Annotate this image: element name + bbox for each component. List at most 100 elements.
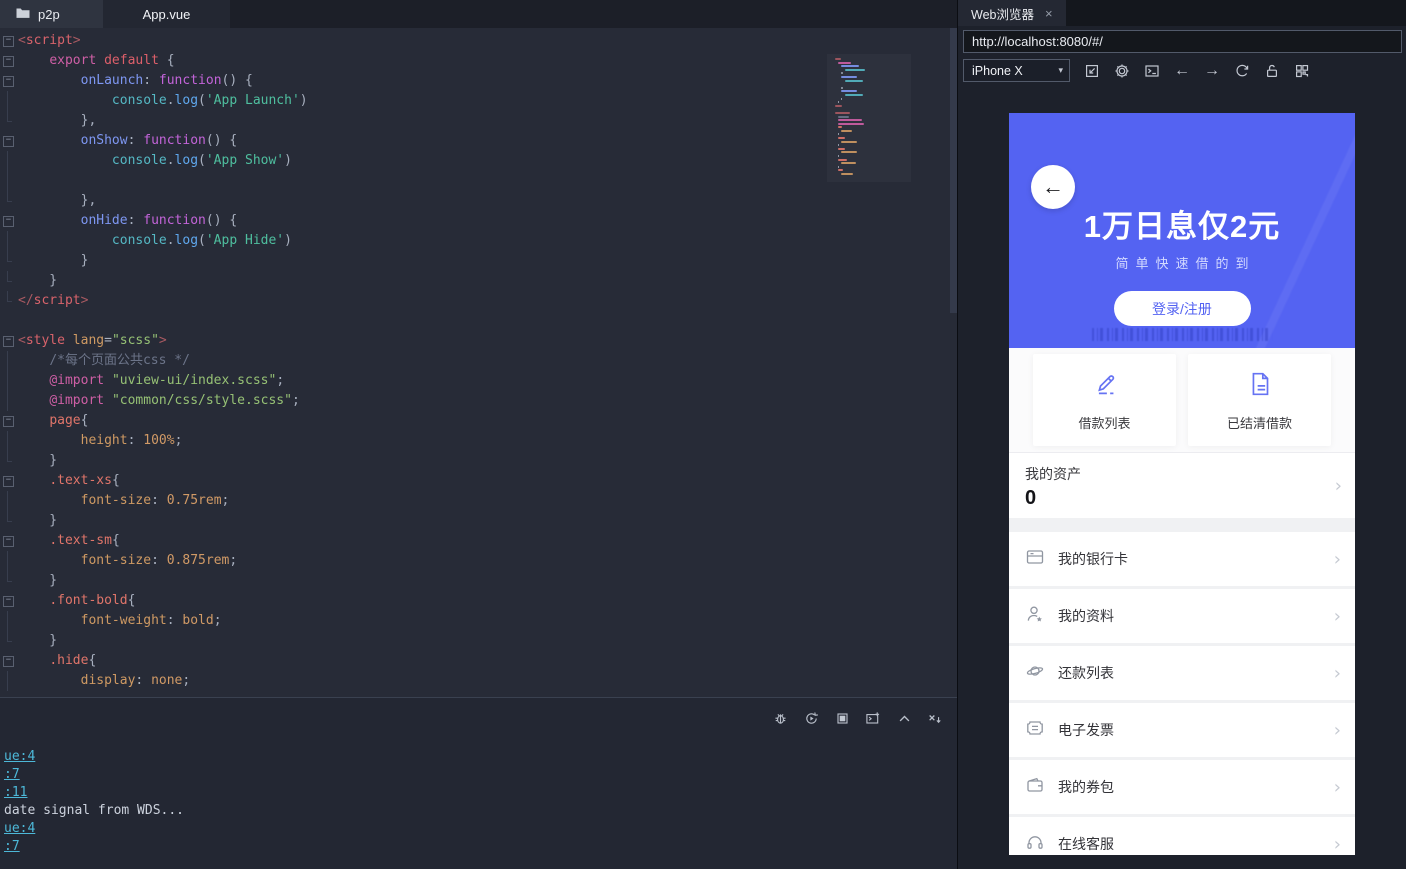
code-line[interactable]: height: 100%;	[0, 431, 957, 451]
code-line[interactable]: }	[0, 511, 957, 531]
back-icon[interactable]: ←	[1174, 63, 1190, 79]
code-line[interactable]: .text-xs{	[0, 471, 957, 491]
code-line[interactable]: @import "uview-ui/index.scss";	[0, 371, 957, 391]
bank-card-icon	[1025, 547, 1045, 572]
chevron-right-icon: ›	[1334, 549, 1341, 570]
fold-toggle-icon[interactable]	[0, 51, 18, 71]
code-line[interactable]: font-size: 0.75rem;	[0, 491, 957, 511]
code-line[interactable]: <style lang="scss">	[0, 331, 957, 351]
fold-toggle-icon[interactable]	[0, 131, 18, 151]
loan-list-card[interactable]: 借款列表	[1033, 354, 1176, 446]
code-line[interactable]: /*每个页面公共css */	[0, 351, 957, 371]
back-button[interactable]: ←	[1031, 165, 1075, 209]
code-line[interactable]: export default {	[0, 51, 957, 71]
tab-label: App.vue	[143, 7, 191, 22]
fold-toggle-icon[interactable]	[0, 591, 18, 611]
code-line[interactable]: .text-sm{	[0, 531, 957, 551]
console-link[interactable]: :7	[4, 838, 957, 856]
login-register-button[interactable]: 登录/注册	[1114, 291, 1251, 326]
menu-item-coupons[interactable]: 我的券包 ›	[1009, 760, 1355, 814]
tab-p2p-project[interactable]: p2p	[0, 0, 103, 28]
hero-subtitle: 简单快速借的到	[1009, 253, 1355, 272]
folder-icon	[16, 7, 30, 22]
fold-toggle-icon[interactable]	[0, 331, 18, 351]
code-line[interactable]: font-size: 0.875rem;	[0, 551, 957, 571]
code-line[interactable]: }	[0, 631, 957, 651]
code-line[interactable]: console.log('App Hide')	[0, 231, 957, 251]
code-line[interactable]: console.log('App Show')	[0, 151, 957, 171]
code-line[interactable]: }	[0, 251, 957, 271]
menu-item-invoice[interactable]: 电子发票 ›	[1009, 703, 1355, 757]
code-line[interactable]: },	[0, 111, 957, 131]
collapse-panel-icon[interactable]	[896, 710, 912, 726]
new-terminal-icon[interactable]	[865, 710, 881, 726]
code-line[interactable]: @import "common/css/style.scss";	[0, 391, 957, 411]
code-line[interactable]: },	[0, 191, 957, 211]
code-line[interactable]: </script>	[0, 291, 957, 311]
code-line[interactable]: onHide: function() {	[0, 211, 957, 231]
editor-tab-bar: p2p App.vue	[0, 0, 957, 28]
device-selector[interactable]: iPhone X ▾	[963, 59, 1070, 82]
code-line[interactable]: .hide{	[0, 651, 957, 671]
tab-app-vue[interactable]: App.vue	[103, 0, 230, 28]
restart-icon[interactable]	[803, 710, 819, 726]
code-line[interactable]: font-weight: bold;	[0, 611, 957, 631]
settings-gear-icon[interactable]	[1114, 63, 1130, 79]
close-icon[interactable]: ×	[1045, 6, 1053, 21]
gutter	[0, 271, 18, 291]
menu-item-bank-card[interactable]: 我的银行卡 ›	[1009, 532, 1355, 586]
code-line[interactable]: onShow: function() {	[0, 131, 957, 151]
phone-preview: ← 1万日息仅2元 简单快速借的到 登录/注册 借款列表	[1009, 113, 1355, 855]
fold-toggle-icon[interactable]	[0, 71, 18, 91]
console-output[interactable]: ue:4:7:11date signal from WDS...ue:4:7	[4, 748, 957, 856]
code-line[interactable]: .font-bold{	[0, 591, 957, 611]
lock-icon[interactable]	[1264, 63, 1280, 79]
menu-item-profile[interactable]: 我的资料 ›	[1009, 589, 1355, 643]
my-assets-row[interactable]: 我的资产 0 ›	[1009, 452, 1355, 518]
clear-console-icon[interactable]	[927, 710, 943, 726]
pencil-icon	[1090, 369, 1120, 404]
qr-code-icon[interactable]	[1294, 63, 1310, 79]
debug-bug-icon[interactable]	[772, 710, 788, 726]
code-line[interactable]: }	[0, 271, 957, 291]
gutter	[0, 151, 18, 171]
fold-toggle-icon[interactable]	[0, 471, 18, 491]
tab-web-browser[interactable]: Web浏览器 ×	[958, 0, 1066, 26]
settled-loans-card[interactable]: 已结清借款	[1188, 354, 1331, 446]
chevron-right-icon: ›	[1334, 606, 1341, 627]
menu-label: 还款列表	[1058, 663, 1114, 683]
editor-scrollbar[interactable]	[950, 28, 957, 313]
devtools-console-icon[interactable]	[1144, 63, 1160, 79]
open-external-icon[interactable]	[1084, 63, 1100, 79]
console-link[interactable]: ue:4	[4, 820, 957, 838]
stop-icon[interactable]	[834, 710, 850, 726]
code-line[interactable]: display: none;	[0, 671, 957, 691]
code-line[interactable]: <script>	[0, 31, 957, 51]
code-line[interactable]	[0, 171, 957, 191]
code-line[interactable]: }	[0, 571, 957, 591]
code-line[interactable]: }	[0, 451, 957, 471]
code-line[interactable]: onLaunch: function() {	[0, 71, 957, 91]
forward-icon[interactable]: →	[1204, 63, 1220, 79]
gutter	[0, 391, 18, 411]
minimap[interactable]	[835, 58, 905, 177]
url-input[interactable]	[963, 30, 1402, 53]
fold-toggle-icon[interactable]	[0, 411, 18, 431]
browser-toolbar: iPhone X ▾ ← →	[958, 56, 1406, 85]
gutter	[0, 511, 18, 531]
code-line[interactable]: console.log('App Launch')	[0, 91, 957, 111]
code-line[interactable]: page{	[0, 411, 957, 431]
menu-item-customer-service[interactable]: 在线客服 ›	[1009, 817, 1355, 855]
console-link[interactable]: :11	[4, 784, 957, 802]
fold-toggle-icon[interactable]	[0, 31, 18, 51]
refresh-icon[interactable]	[1234, 63, 1250, 79]
fold-toggle-icon[interactable]	[0, 211, 18, 231]
code-line[interactable]	[0, 311, 957, 331]
console-link[interactable]: :7	[4, 766, 957, 784]
shortcut-cards: 借款列表 已结清借款	[1009, 348, 1355, 452]
console-link[interactable]: ue:4	[4, 748, 957, 766]
menu-item-repayment[interactable]: 还款列表 ›	[1009, 646, 1355, 700]
fold-toggle-icon[interactable]	[0, 531, 18, 551]
code-editor[interactable]: <script> export default { onLaunch: func…	[0, 28, 957, 697]
fold-toggle-icon[interactable]	[0, 651, 18, 671]
